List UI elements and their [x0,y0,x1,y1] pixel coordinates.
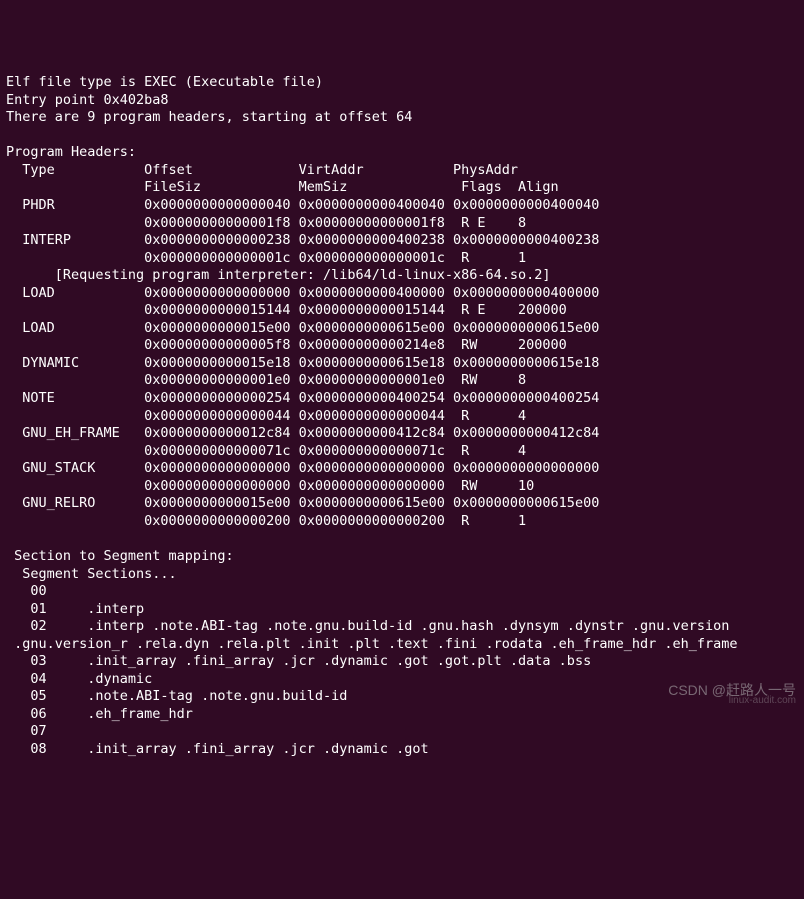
segment-row: 08 .init_array .fini_array .jcr .dynamic… [6,741,437,757]
program-headers-title: Program Headers: [6,144,136,160]
ph-col-header-2: FileSiz MemSiz Flags Align [6,179,559,195]
ph-col-header-1: Type Offset VirtAddr PhysAddr [6,162,518,178]
ph-row: DYNAMIC 0x0000000000015e18 0x00000000006… [6,355,599,371]
segment-row: 01 .interp [6,601,152,617]
ph-row: LOAD 0x0000000000000000 0x00000000004000… [6,285,599,301]
ph-row: 0x00000000000005f8 0x00000000000214e8 RW… [6,337,567,353]
ph-row: 0x00000000000001e0 0x00000000000001e0 RW… [6,372,526,388]
segment-row: 06 .eh_frame_hdr [6,706,201,722]
elf-type-line: Elf file type is EXEC (Executable file) [6,74,323,90]
ph-row: [Requesting program interpreter: /lib64/… [6,267,551,283]
ph-count-line: There are 9 program headers, starting at… [6,109,412,125]
ph-row: 0x0000000000000200 0x0000000000000200 R … [6,513,526,529]
mapping-subtitle: Segment Sections... [6,566,177,582]
ph-row: GNU_STACK 0x0000000000000000 0x000000000… [6,460,599,476]
segment-row: .gnu.version_r .rela.dyn .rela.plt .init… [6,636,746,652]
ph-row: 0x0000000000015144 0x0000000000015144 R … [6,302,567,318]
entry-point-line: Entry point 0x402ba8 [6,92,169,108]
ph-row: 0x0000000000000000 0x0000000000000000 RW… [6,478,534,494]
ph-row: 0x000000000000071c 0x000000000000071c R … [6,443,526,459]
mapping-title: Section to Segment mapping: [6,548,234,564]
segment-row: 07 [6,723,87,739]
terminal-output: Elf file type is EXEC (Executable file) … [6,74,798,758]
ph-row: INTERP 0x0000000000000238 0x000000000040… [6,232,599,248]
watermark-text-2: linux-audit.com [729,694,796,707]
segment-row: 05 .note.ABI-tag .note.gnu.build-id [6,688,356,704]
segment-row: 04 .dynamic [6,671,160,687]
ph-row: PHDR 0x0000000000000040 0x00000000004000… [6,197,599,213]
segment-row: 03 .init_array .fini_array .jcr .dynamic… [6,653,599,669]
segment-row: 00 [6,583,87,599]
ph-row: 0x0000000000000044 0x0000000000000044 R … [6,408,526,424]
ph-row: NOTE 0x0000000000000254 0x00000000004002… [6,390,599,406]
ph-row: LOAD 0x0000000000015e00 0x0000000000615e… [6,320,599,336]
ph-row: 0x00000000000001f8 0x00000000000001f8 R … [6,215,526,231]
ph-row: GNU_EH_FRAME 0x0000000000012c84 0x000000… [6,425,599,441]
ph-row: 0x000000000000001c 0x000000000000001c R … [6,250,526,266]
ph-row: GNU_RELRO 0x0000000000015e00 0x000000000… [6,495,599,511]
segment-row: 02 .interp .note.ABI-tag .note.gnu.build… [6,618,729,634]
